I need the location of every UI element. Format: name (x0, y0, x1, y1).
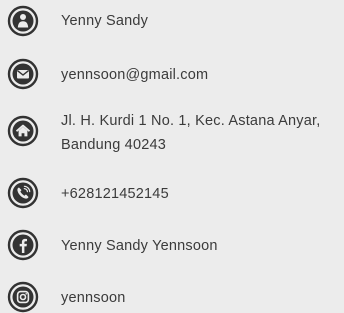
facebook-icon (7, 229, 39, 261)
envelope-icon (7, 58, 39, 90)
contact-list: Yenny Sandy yennsoon@gmail.com Jl. H. Ku… (0, 0, 344, 313)
contact-email[interactable]: yennsoon@gmail.com (61, 67, 208, 83)
contact-row-name: Yenny Sandy (0, 5, 344, 39)
address-line-1: Jl. H. Kurdi 1 No. 1, Kec. Astana Anyar, (61, 113, 321, 129)
person-icon (7, 5, 39, 37)
contact-instagram[interactable]: yennsoon (61, 290, 126, 306)
phone-icon (7, 177, 39, 209)
contact-row-address: Jl. H. Kurdi 1 No. 1, Kec. Astana Anyar,… (0, 107, 344, 161)
home-icon (7, 115, 39, 147)
contact-row-facebook[interactable]: Yenny Sandy Yennsoon (0, 229, 344, 263)
contact-row-email[interactable]: yennsoon@gmail.com (0, 58, 344, 92)
contact-row-instagram[interactable]: yennsoon (0, 281, 344, 313)
instagram-icon (7, 281, 39, 313)
contact-name: Yenny Sandy (61, 13, 149, 29)
contact-facebook[interactable]: Yenny Sandy Yennsoon (61, 238, 218, 254)
address-line-2: Bandung 40243 (61, 137, 167, 153)
contact-phone[interactable]: +628121452145 (61, 186, 169, 202)
contact-row-phone[interactable]: +628121452145 (0, 177, 344, 211)
contact-address: Jl. H. Kurdi 1 No. 1, Kec. Astana Anyar,… (61, 109, 320, 157)
